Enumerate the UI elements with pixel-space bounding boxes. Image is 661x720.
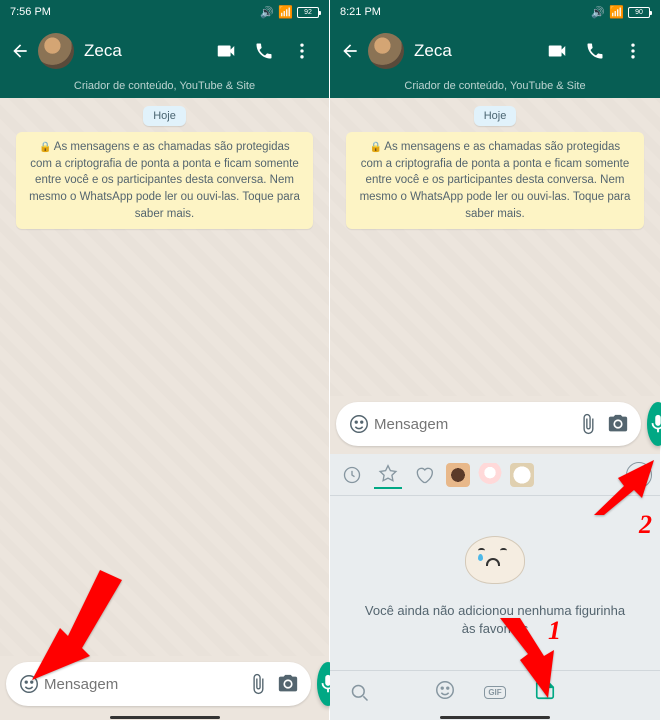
chat-header: Zeca (0, 24, 329, 78)
sticker-type-bar: GIF (330, 670, 660, 714)
back-button[interactable] (338, 39, 362, 63)
avatar[interactable] (38, 33, 74, 69)
wifi-icon: 📶 (278, 5, 293, 19)
video-call-button[interactable] (207, 40, 245, 62)
message-input[interactable] (44, 676, 243, 693)
sticker-type-group: GIF (378, 675, 612, 711)
input-bar (0, 656, 329, 714)
avatar[interactable] (368, 33, 404, 69)
camera-button[interactable] (603, 409, 633, 439)
wifi-icon: 📶 (609, 5, 624, 19)
camera-button[interactable] (273, 669, 303, 699)
status-bar: 8:21 PM 🔊 📶 90 (330, 0, 660, 24)
gif-type-button[interactable]: GIF (484, 686, 505, 699)
lock-icon: 🔒 (39, 141, 51, 156)
attach-button[interactable] (243, 669, 273, 699)
voice-icon: 🔊 (260, 6, 274, 19)
sticker-pack-1[interactable] (446, 463, 470, 487)
sticker-type-button[interactable] (534, 679, 556, 706)
clock: 8:21 PM (340, 6, 591, 18)
emoji-button[interactable] (14, 669, 44, 699)
favorites-empty-text: Você ainda não adicionou nenhuma figurin… (360, 602, 630, 638)
date-pill: Hoje (474, 106, 517, 126)
nav-handle (330, 714, 660, 720)
contact-name[interactable]: Zeca (84, 41, 207, 61)
contact-subtitle: Criador de conteúdo, YouTube & Site (0, 78, 329, 98)
sticker-body: Você ainda não adicionou nenhuma figurin… (330, 496, 660, 670)
voice-call-button[interactable] (245, 41, 283, 61)
mic-button[interactable] (647, 402, 661, 446)
battery-icon: 92 (297, 7, 319, 18)
status-bar: 7:56 PM 🔊 📶 92 (0, 0, 329, 24)
add-sticker-pack-button[interactable]: + (626, 462, 652, 488)
chat-body[interactable]: Hoje 🔒As mensagens e as chamadas são pro… (0, 98, 329, 656)
encryption-notice[interactable]: 🔒As mensagens e as chamadas são protegid… (346, 132, 644, 229)
contact-name[interactable]: Zeca (414, 41, 538, 61)
phone-screenshot-left: 7:56 PM 🔊 📶 92 Zeca Criador de conteúdo,… (0, 0, 330, 720)
message-input-container (6, 662, 311, 706)
sticker-panel: + Você ainda não adicionou nenhuma figur… (330, 454, 660, 714)
nav-handle (0, 714, 329, 720)
clock: 7:56 PM (10, 6, 260, 18)
encryption-notice[interactable]: 🔒As mensagens e as chamadas são protegid… (16, 132, 313, 229)
lock-icon: 🔒 (370, 141, 382, 156)
input-bar (330, 396, 660, 454)
crying-sticker-icon (460, 528, 530, 588)
sticker-pack-3[interactable] (510, 463, 534, 487)
battery-icon: 90 (628, 7, 650, 18)
message-input[interactable] (374, 416, 573, 433)
chat-header: Zeca (330, 24, 660, 78)
video-call-button[interactable] (538, 40, 576, 62)
more-menu-button[interactable] (614, 41, 652, 61)
sticker-search-button[interactable] (342, 675, 378, 711)
emoji-type-button[interactable] (434, 679, 456, 706)
more-menu-button[interactable] (283, 41, 321, 61)
contact-subtitle: Criador de conteúdo, YouTube & Site (330, 78, 660, 98)
recent-tab[interactable] (338, 461, 366, 489)
phone-screenshot-right: 8:21 PM 🔊 📶 90 Zeca Criador de conteúdo,… (330, 0, 660, 720)
emoji-button[interactable] (344, 409, 374, 439)
message-input-container (336, 402, 641, 446)
heart-tab[interactable] (410, 461, 438, 489)
favorites-tab[interactable] (374, 461, 402, 489)
status-icons: 🔊 📶 90 (591, 5, 650, 19)
attach-button[interactable] (573, 409, 603, 439)
date-pill: Hoje (143, 106, 186, 126)
sticker-pack-tabs: + (330, 454, 660, 496)
back-button[interactable] (8, 39, 32, 63)
sticker-pack-2[interactable] (478, 463, 502, 487)
status-icons: 🔊 📶 92 (260, 5, 319, 19)
chat-body[interactable]: Hoje 🔒As mensagens e as chamadas são pro… (330, 98, 660, 396)
voice-call-button[interactable] (576, 41, 614, 61)
voice-icon: 🔊 (591, 6, 605, 19)
